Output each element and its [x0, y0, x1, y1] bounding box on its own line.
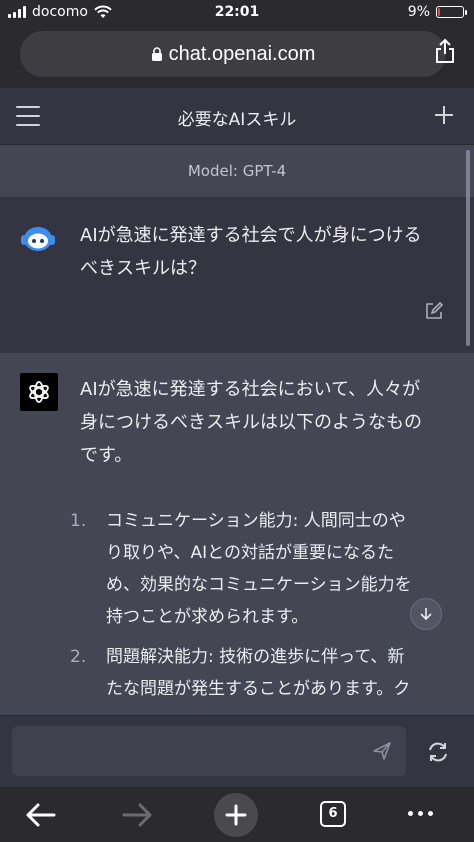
- new-tab-button[interactable]: [214, 793, 258, 837]
- user-avatar-icon: [21, 227, 55, 251]
- status-right: 9%: [407, 4, 467, 20]
- user-message: AIが急速に発達する社会で人が身につける べきスキルは？: [0, 197, 474, 353]
- model-label: Model: GPT-4: [0, 145, 474, 197]
- scrollbar[interactable]: [466, 150, 470, 346]
- list-line: り取りや、AIとの対話が重要になるた: [106, 543, 394, 563]
- send-icon[interactable]: [372, 741, 392, 761]
- list-line: コミュニケーション能力: 人間同士のや: [106, 511, 406, 531]
- list-number: 1.: [70, 511, 87, 531]
- assistant-line: 身につけるべきスキルは以下のようなもの: [80, 412, 422, 433]
- list-item: 2. 問題解決能力: 技術の進歩に伴って、新 たな問題が発生することがあります。…: [70, 641, 454, 705]
- openai-logo-icon: [20, 373, 58, 411]
- user-message-line: べきスキルは？: [80, 258, 206, 279]
- new-chat-icon[interactable]: [432, 103, 456, 127]
- list-line: 持つことが求められます。: [106, 607, 309, 627]
- battery-icon: [436, 6, 467, 18]
- edit-icon[interactable]: [424, 301, 444, 321]
- browser-toolbar: chat.openai.com: [0, 26, 474, 88]
- chat-title: 必要なAIスキル: [177, 110, 297, 130]
- composer: [0, 715, 474, 788]
- list-line: たな問題が発生することがあります。ク: [106, 679, 411, 699]
- list-line: め、効果的なコミュニケーション能力を: [106, 575, 412, 595]
- url-bar[interactable]: chat.openai.com: [20, 31, 446, 77]
- list-number: 2.: [70, 647, 87, 667]
- lock-icon: [151, 47, 162, 61]
- chat-header: 必要なAIスキル: [0, 88, 474, 145]
- tab-count-button[interactable]: 6: [320, 801, 346, 827]
- scroll-down-button[interactable]: [410, 598, 442, 630]
- plus-icon: [225, 804, 247, 826]
- url-text: chat.openai.com: [168, 42, 316, 65]
- arrow-down-icon: [420, 608, 432, 621]
- regenerate-icon[interactable]: [426, 740, 450, 764]
- more-icon[interactable]: [408, 811, 433, 816]
- battery-percent: 9%: [407, 4, 430, 20]
- list-line: 問題解決能力: 技術の進歩に伴って、新: [106, 647, 405, 667]
- back-arrow-icon[interactable]: [24, 801, 56, 829]
- assistant-intro: AIが急速に発達する社会において、人々が 身につけるべきスキルは以下のようなもの…: [80, 373, 450, 472]
- user-message-line: AIが急速に発達する社会で人が身につける: [80, 225, 422, 246]
- status-bar: docomo 22:01 9%: [0, 0, 474, 26]
- assistant-line: です。: [80, 445, 133, 466]
- browser-bottom-nav: 6: [0, 787, 474, 842]
- user-message-text: AIが急速に発達する社会で人が身につける べきスキルは？: [80, 219, 450, 285]
- answer-list: 1. コミュニケーション能力: 人間同士のや り取りや、AIとの対話が重要になる…: [70, 505, 454, 713]
- share-icon[interactable]: [434, 38, 456, 64]
- forward-arrow-icon[interactable]: [122, 801, 154, 829]
- assistant-message: AIが急速に発達する社会において、人々が 身につけるべきスキルは以下のようなもの…: [0, 353, 474, 715]
- message-input[interactable]: [12, 726, 406, 776]
- clock: 22:01: [214, 4, 260, 20]
- list-item: 1. コミュニケーション能力: 人間同士のや り取りや、AIとの対話が重要になる…: [70, 505, 454, 633]
- assistant-line: AIが急速に発達する社会において、人々が: [80, 379, 421, 400]
- battery-fill: [438, 8, 441, 16]
